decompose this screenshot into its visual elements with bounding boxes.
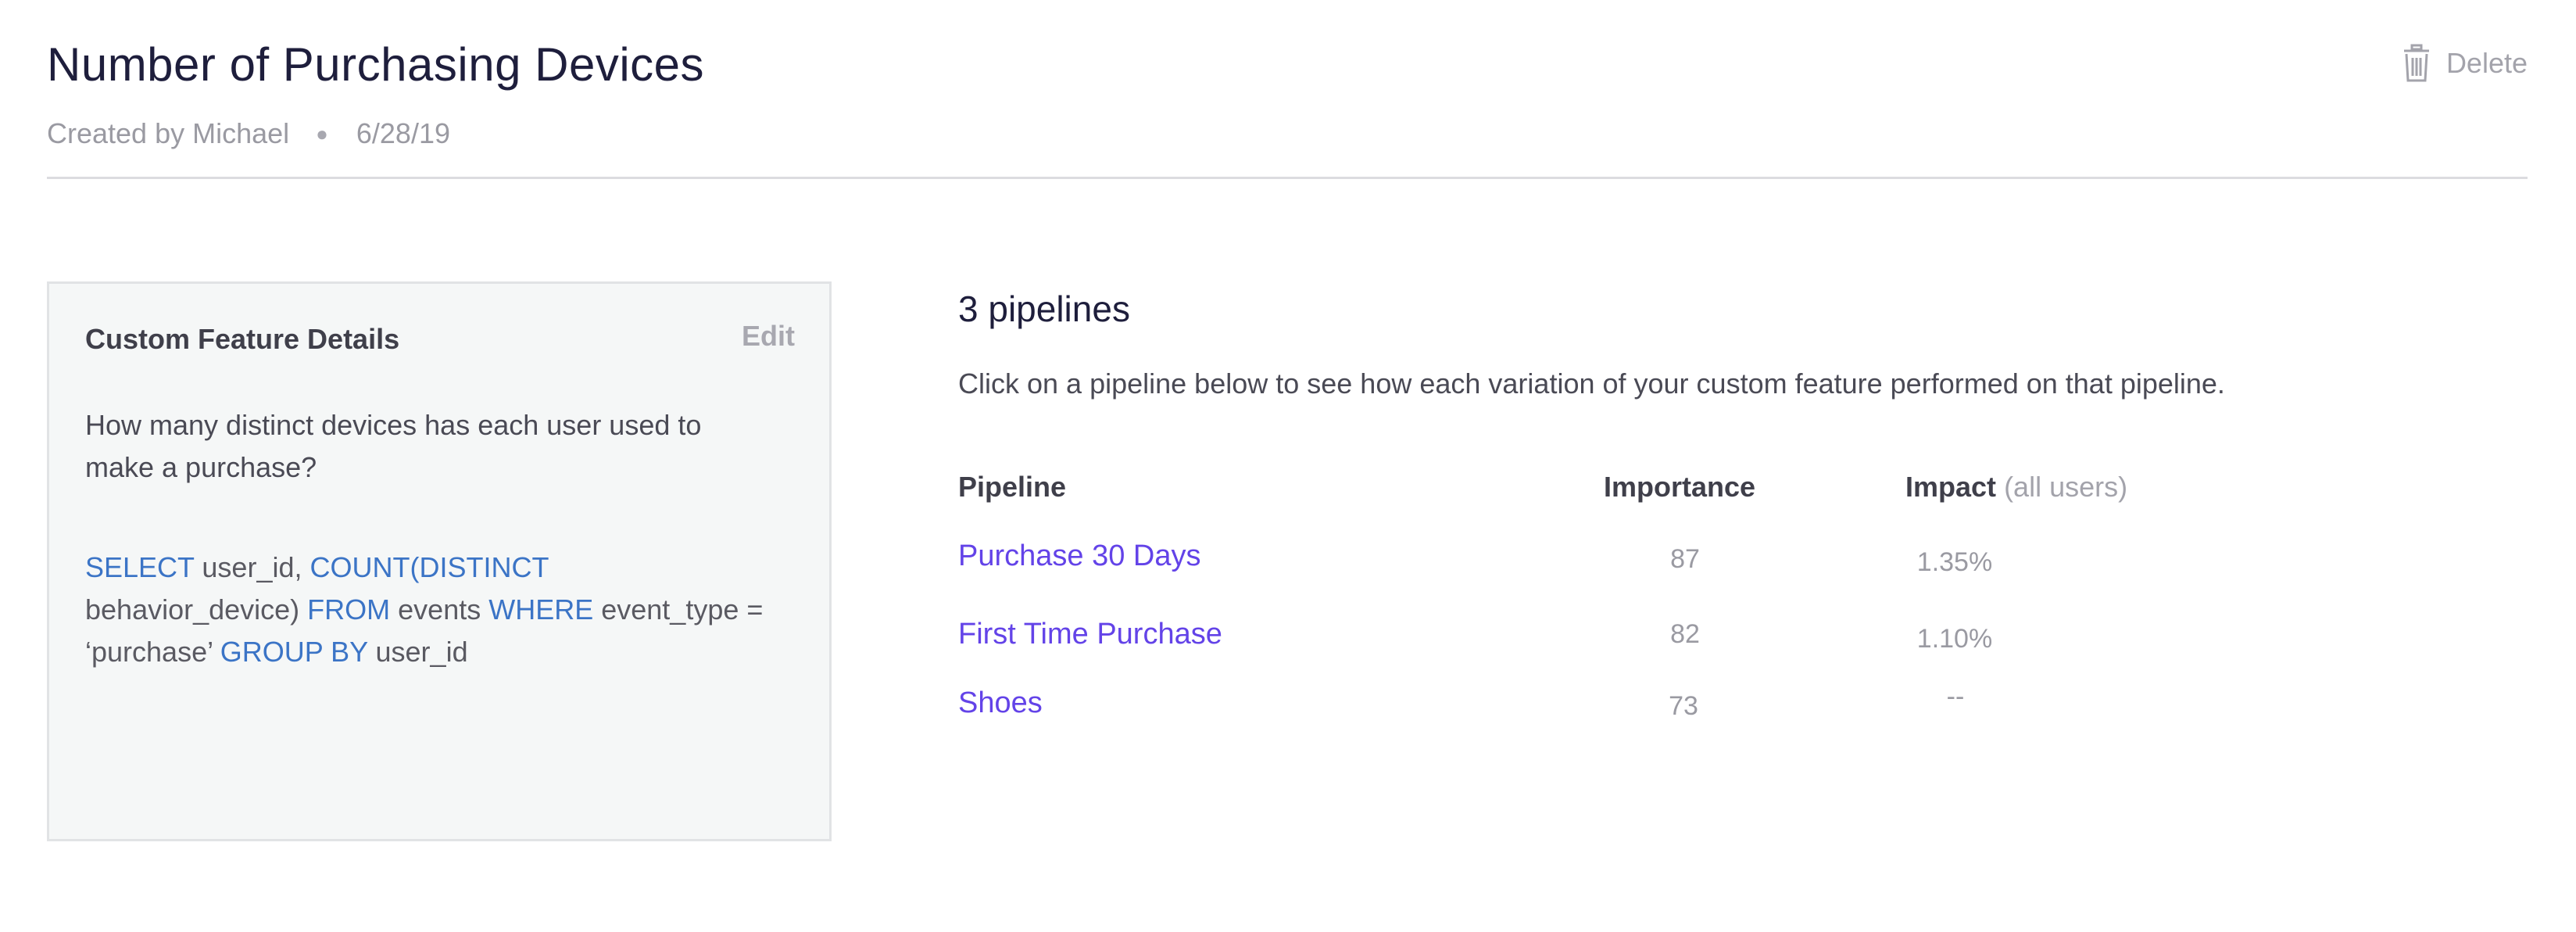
feature-sql: SELECT user_id, COUNT(DISTINCT behavior_… xyxy=(85,547,812,673)
page-title: Number of Purchasing Devices xyxy=(47,38,705,91)
sql-keyword: WHERE xyxy=(488,593,594,626)
meta-separator: ● xyxy=(316,121,328,145)
column-header-importance: Importance xyxy=(1604,471,1756,503)
sql-keyword: FROM xyxy=(307,593,391,626)
impact-sublabel: (all users) xyxy=(2004,471,2128,503)
created-by: Created by Michael xyxy=(47,117,290,149)
column-header-pipeline: Pipeline xyxy=(958,471,1067,503)
sql-keyword: GROUP BY xyxy=(220,636,368,668)
created-date: 6/28/19 xyxy=(356,117,450,149)
sql-text: user_id xyxy=(367,636,468,668)
pipeline-link[interactable]: First Time Purchase xyxy=(958,618,1222,651)
edit-button[interactable]: Edit xyxy=(742,320,795,353)
header-divider xyxy=(47,177,2528,179)
impact-value: -- xyxy=(1946,682,1965,712)
sql-keyword: SELECT xyxy=(85,551,195,583)
importance-value: 82 xyxy=(1670,619,1700,649)
trash-icon xyxy=(2402,44,2431,83)
delete-label: Delete xyxy=(2445,47,2528,79)
pipeline-link[interactable]: Purchase 30 Days xyxy=(958,539,1201,573)
pipelines-title: 3 pipelines xyxy=(958,289,1130,329)
sql-text: user_id, xyxy=(194,551,310,583)
sql-keyword: COUNT(DISTINCT xyxy=(309,551,549,583)
pipelines-description: Click on a pipeline below to see how eac… xyxy=(958,367,2225,400)
importance-value: 87 xyxy=(1670,544,1700,574)
card-title: Custom Feature Details xyxy=(85,323,400,355)
impact-value: 1.10% xyxy=(1916,624,1993,654)
column-header-impact: Impact (all users) xyxy=(1905,471,2127,504)
feature-description: How many distinct devices has each user … xyxy=(85,409,702,483)
importance-value: 73 xyxy=(1669,691,1698,721)
impact-label: Impact xyxy=(1905,471,1997,503)
sql-text: events xyxy=(390,593,489,626)
impact-value: 1.35% xyxy=(1916,547,1993,577)
pipeline-link[interactable]: Shoes xyxy=(958,686,1043,720)
sql-text: behavior_device) xyxy=(85,593,308,626)
page-meta: Created by Michael ● 6/28/19 xyxy=(47,117,450,150)
custom-feature-details-card: Custom Feature Details Edit How many dis… xyxy=(47,281,832,841)
delete-button[interactable]: Delete xyxy=(2402,44,2528,83)
